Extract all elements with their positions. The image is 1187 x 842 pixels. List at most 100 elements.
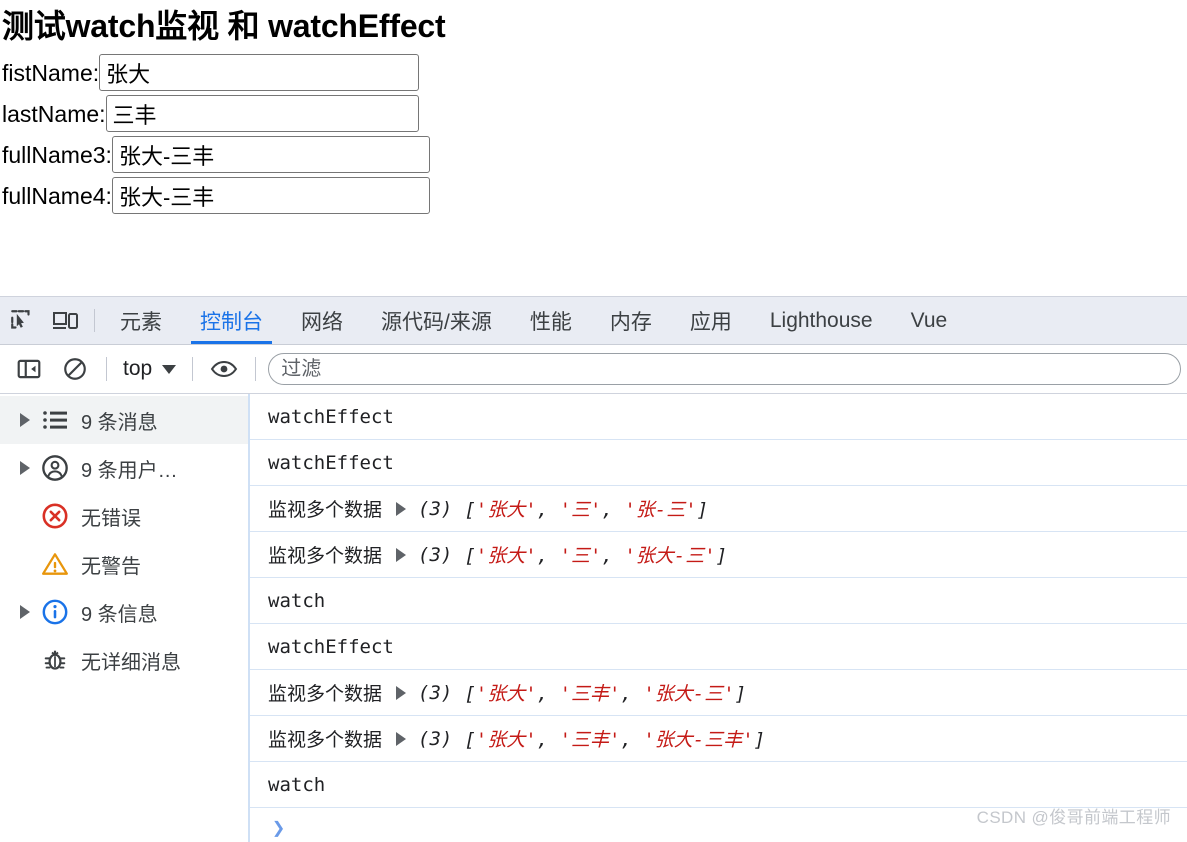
tab-console[interactable]: 控制台 bbox=[181, 297, 282, 344]
expand-triangle-icon[interactable] bbox=[396, 685, 407, 700]
clear-console-icon[interactable] bbox=[52, 352, 98, 386]
log-row[interactable]: watchEffect bbox=[250, 394, 1187, 440]
log-row[interactable]: 监视多个数据 (3) ['张大', '三', '张大-三'] bbox=[250, 532, 1187, 578]
tab-application[interactable]: 应用 bbox=[671, 297, 751, 344]
fullname4-input[interactable] bbox=[111, 177, 430, 214]
fistname-input[interactable] bbox=[99, 54, 420, 91]
log-row[interactable]: 监视多个数据 (3) ['张大', '三丰', '张大-三丰'] bbox=[250, 716, 1187, 762]
tab-network[interactable]: 网络 bbox=[282, 297, 362, 344]
array-count: (3) bbox=[418, 543, 453, 566]
console-log-list[interactable]: watchEffect watchEffect 监视多个数据 (3) ['张大'… bbox=[250, 394, 1187, 842]
sidebar-item-verbose[interactable]: 无详细消息 bbox=[0, 636, 248, 684]
user-icon bbox=[40, 453, 70, 483]
tab-lighthouse[interactable]: Lighthouse bbox=[751, 297, 892, 344]
tab-label: 内存 bbox=[609, 310, 652, 334]
array-value: ['张大', '三丰', '张大-三'] bbox=[464, 683, 747, 705]
log-row[interactable]: watchEffect bbox=[250, 440, 1187, 486]
sidebar-item-user-messages[interactable]: 9 条用户… bbox=[0, 444, 248, 492]
sidebar-item-errors[interactable]: 无错误 bbox=[0, 492, 248, 540]
console-prompt[interactable]: ❯ bbox=[250, 808, 1187, 842]
tab-label: Lighthouse bbox=[769, 308, 873, 332]
error-icon bbox=[40, 501, 70, 531]
filterbar-divider-2 bbox=[192, 357, 194, 381]
device-toolbar-icon[interactable] bbox=[44, 297, 88, 344]
sidebar-item-warnings[interactable]: 无警告 bbox=[0, 540, 248, 588]
tab-label: Vue bbox=[910, 308, 948, 332]
expand-triangle-icon[interactable] bbox=[20, 413, 30, 427]
console-body: 9 条消息 9 条用户… 无错误 无警告 9 条信息 无详细消息 watchEf… bbox=[0, 394, 1187, 842]
array-item: '三' bbox=[559, 545, 602, 567]
filterbar-divider-3 bbox=[255, 357, 257, 381]
array-value: ['张大', '三', '张大-三'] bbox=[464, 545, 728, 567]
tab-label: 网络 bbox=[301, 310, 343, 334]
array-item: '张大-三' bbox=[624, 545, 716, 567]
page-title: 测试watch监视 和 watchEffect bbox=[2, 8, 446, 44]
web-page-area: 测试watch监视 和 watchEffect fistName: lastNa… bbox=[0, 0, 1187, 296]
tab-memory[interactable]: 内存 bbox=[591, 297, 671, 344]
inspect-element-icon[interactable] bbox=[0, 297, 44, 344]
expand-triangle-icon[interactable] bbox=[20, 605, 30, 619]
filterbar-divider-1 bbox=[106, 357, 107, 381]
expand-triangle-icon[interactable] bbox=[20, 461, 30, 475]
sidebar-item-info[interactable]: 9 条信息 bbox=[0, 588, 248, 636]
sidebar-item-label: 无详细消息 bbox=[81, 651, 181, 674]
expand-triangle-icon[interactable] bbox=[396, 547, 407, 562]
array-count: (3) bbox=[418, 727, 453, 750]
tab-label: 源代码/来源 bbox=[381, 310, 492, 334]
array-item: '张大' bbox=[475, 499, 537, 521]
lastname-input[interactable] bbox=[105, 95, 419, 132]
log-message: 监视多个数据 bbox=[268, 546, 383, 567]
array-item: '三' bbox=[559, 499, 602, 521]
array-value: ['张大', '三丰', '张大-三丰'] bbox=[464, 729, 766, 751]
log-row[interactable]: 监视多个数据 (3) ['张大', '三丰', '张大-三'] bbox=[250, 670, 1187, 716]
tab-vue[interactable]: Vue bbox=[892, 297, 967, 344]
log-message: watchEffect bbox=[268, 635, 394, 658]
lastname-label: lastName: bbox=[2, 100, 106, 127]
sidebar-item-label: 9 条消息 bbox=[81, 411, 158, 434]
live-expression-eye-icon[interactable] bbox=[201, 352, 247, 386]
array-item: '三丰' bbox=[559, 683, 621, 705]
log-row[interactable]: watch bbox=[250, 578, 1187, 624]
log-row[interactable]: watch bbox=[250, 762, 1187, 808]
fullname4-label: fullName4: bbox=[2, 182, 112, 209]
sidebar-item-messages[interactable]: 9 条消息 bbox=[0, 396, 248, 444]
sidebar-item-label: 无警告 bbox=[81, 555, 141, 578]
devtools-tabbar: 元素 控制台 网络 源代码/来源 性能 内存 应用 Lighthouse Vue bbox=[0, 297, 1187, 345]
expand-triangle-icon[interactable] bbox=[396, 501, 407, 516]
chevron-down-icon bbox=[162, 364, 177, 374]
sidebar-item-label: 9 条信息 bbox=[81, 603, 158, 626]
expand-triangle-icon[interactable] bbox=[396, 731, 407, 746]
fullname3-label: fullName3: bbox=[2, 141, 112, 168]
execution-context-value: top bbox=[123, 357, 153, 380]
array-item: '张-三' bbox=[624, 499, 697, 521]
array-item: '张大-三' bbox=[643, 683, 735, 705]
field-row-fistname: fistName: bbox=[0, 52, 1187, 93]
array-item: '张大' bbox=[475, 545, 537, 567]
screenshot-root: 测试watch监视 和 watchEffect fistName: lastNa… bbox=[0, 0, 1187, 842]
log-row[interactable]: 监视多个数据 (3) ['张大', '三', '张-三'] bbox=[250, 486, 1187, 532]
tab-sources[interactable]: 源代码/来源 bbox=[362, 297, 511, 344]
warning-icon bbox=[40, 549, 70, 579]
tab-label: 元素 bbox=[120, 310, 162, 334]
tab-performance[interactable]: 性能 bbox=[511, 297, 591, 344]
tab-label: 应用 bbox=[689, 310, 732, 334]
log-row[interactable]: watchEffect bbox=[250, 624, 1187, 670]
sidebar-toggle-icon[interactable] bbox=[6, 352, 52, 386]
fullname3-input[interactable] bbox=[111, 136, 430, 173]
array-value: ['张大', '三', '张-三'] bbox=[464, 499, 709, 521]
log-message: 监视多个数据 bbox=[268, 500, 383, 521]
log-message: watch bbox=[268, 773, 326, 796]
field-row-fullname4: fullName4: bbox=[0, 175, 1187, 216]
filter-input[interactable] bbox=[268, 353, 1181, 385]
tab-label: 控制台 bbox=[200, 310, 263, 334]
array-item: '三丰' bbox=[559, 729, 621, 751]
console-filterbar: top bbox=[0, 345, 1187, 394]
array-item: '张大' bbox=[475, 683, 537, 705]
execution-context-select[interactable]: top bbox=[115, 357, 184, 381]
tab-elements[interactable]: 元素 bbox=[101, 297, 181, 344]
array-item: '张大' bbox=[475, 729, 537, 751]
info-icon bbox=[40, 597, 70, 627]
verbose-icon bbox=[40, 645, 70, 675]
sidebar-item-label: 无错误 bbox=[81, 507, 141, 530]
tab-label: 性能 bbox=[529, 310, 572, 334]
